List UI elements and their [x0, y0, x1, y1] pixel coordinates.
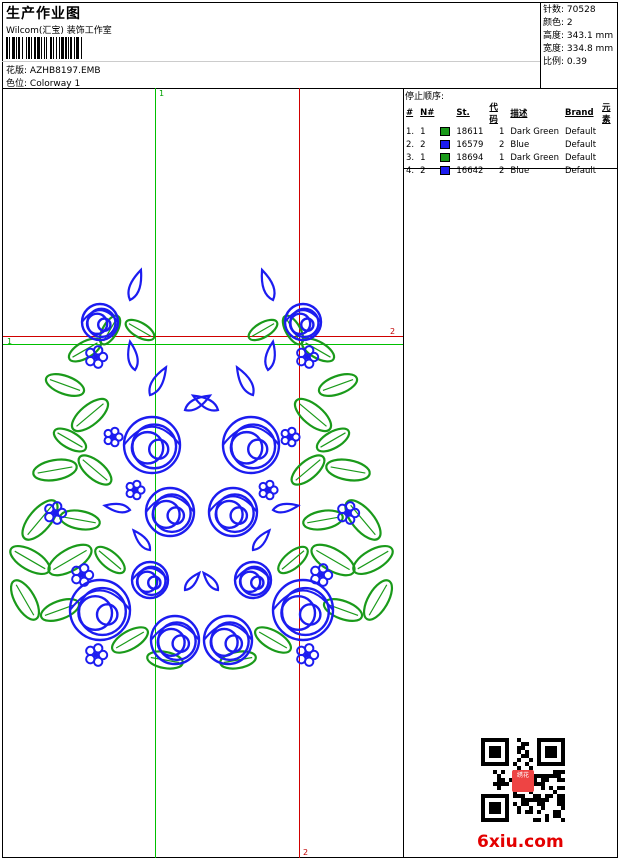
floret	[125, 479, 146, 501]
blue-leaf	[235, 364, 255, 397]
floret	[310, 563, 334, 587]
blue-leaf	[148, 364, 168, 397]
blue-leaf	[260, 267, 276, 302]
rose	[202, 614, 254, 666]
floret	[280, 426, 301, 448]
blue-leaf	[127, 267, 143, 302]
rose	[207, 486, 259, 538]
blue-leaf	[183, 394, 213, 412]
rose	[233, 560, 273, 600]
floret	[337, 501, 361, 525]
blue-leaf	[190, 394, 220, 412]
blue-leaf	[102, 502, 132, 514]
green-leaves	[9, 314, 394, 670]
floret	[258, 479, 279, 501]
blue-leaf	[183, 570, 202, 592]
floret	[296, 643, 320, 667]
watermark-logo: 6xiu.com	[477, 832, 564, 852]
rose	[130, 560, 170, 600]
seal-stamp: 绣花	[512, 770, 534, 792]
rose	[68, 578, 132, 642]
floret	[85, 345, 109, 369]
rose	[122, 415, 182, 475]
rose	[221, 415, 281, 475]
blue-leaf	[271, 502, 301, 514]
blue-leaf	[127, 339, 139, 372]
floret	[103, 426, 124, 448]
rose	[80, 302, 120, 342]
embroidery-design	[9, 267, 394, 670]
blue-leaf	[201, 570, 220, 592]
rose	[149, 614, 201, 666]
blue-leaf	[131, 528, 152, 552]
rose	[271, 578, 335, 642]
blue-leaf	[251, 528, 272, 552]
floret	[85, 643, 109, 667]
blue-leaf	[264, 339, 276, 372]
rose	[144, 486, 196, 538]
rose	[283, 302, 323, 342]
